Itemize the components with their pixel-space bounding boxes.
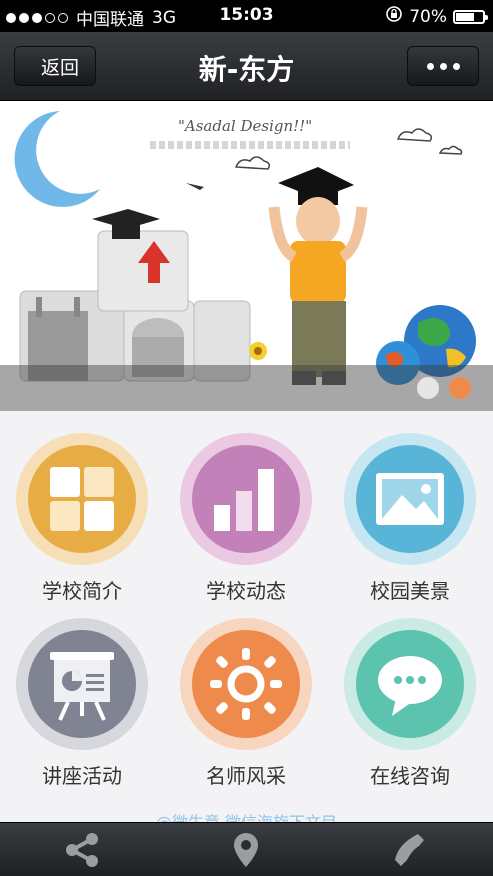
menu-item-lectures[interactable]: 讲座活动 [0, 596, 164, 788]
pager-dot[interactable] [449, 377, 471, 399]
phone-icon [395, 834, 424, 866]
carousel-pager[interactable] [417, 377, 471, 399]
share-icon [66, 833, 98, 867]
status-bar: 中国联通 3G 15:03 70% [0, 0, 493, 32]
location-pin-icon [234, 833, 258, 867]
battery-icon [453, 9, 488, 24]
presentation-board-icon [50, 652, 114, 721]
icon-ring [16, 433, 148, 565]
menu-item-school-news[interactable]: 学校动态 [164, 411, 328, 603]
menu-grid: 学校简介 学校动态 校园美景 讲座活动 名师风采 在线咨询 [0, 411, 493, 832]
rotation-lock-icon [385, 5, 403, 28]
bar-chart-icon [214, 469, 274, 531]
picture-icon [376, 473, 444, 525]
banner-caption-lines [150, 141, 350, 149]
menu-item-school-intro[interactable]: 学校简介 [0, 411, 164, 603]
banner-caption: "Asadal Design!!" [178, 117, 313, 135]
location-button[interactable] [164, 829, 328, 871]
chat-bubble-icon [378, 656, 442, 716]
menu-item-label: 名师风采 [206, 764, 286, 788]
battery-percent: 70% [409, 6, 447, 27]
call-button[interactable] [328, 829, 492, 871]
menu-item-online-consult[interactable]: 在线咨询 [328, 596, 492, 788]
pager-dot[interactable] [417, 377, 439, 399]
menu-item-label: 在线咨询 [370, 764, 450, 788]
bottom-toolbar [0, 822, 493, 876]
banner-carousel[interactable]: "Asadal Design!!" [0, 101, 493, 411]
more-button[interactable] [407, 46, 479, 86]
menu-item-campus-views[interactable]: 校园美景 [328, 411, 492, 603]
menu-item-teachers[interactable]: 名师风采 [164, 596, 328, 788]
menu-item-label: 讲座活动 [42, 764, 122, 788]
navigation-bar: 返回 新-东方 [0, 32, 493, 101]
share-button[interactable] [0, 829, 164, 871]
status-right: 70% [385, 5, 488, 28]
grid-tiles-icon [50, 467, 114, 531]
more-dots-icon [426, 62, 434, 70]
sun-icon [210, 648, 282, 720]
